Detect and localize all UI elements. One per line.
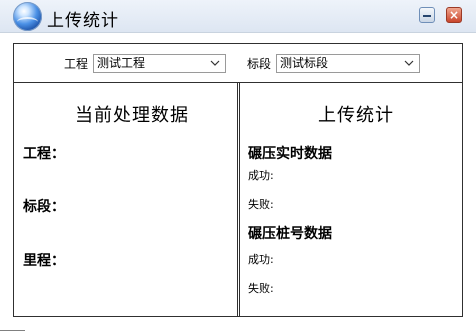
pile-success-label: 成功: [248,253,274,266]
title-bar[interactable]: 上传统计 × [0,0,476,33]
close-button[interactable]: × [446,7,462,23]
realtime-data-title: 碾压实时数据 [248,146,332,162]
section-field-label: 标段： [23,199,65,215]
pile-fail-label: 失败: [248,282,274,295]
window-title: 上传统计 [47,11,119,31]
panel-divider [237,83,240,316]
upload-stats-heading: 上传统计 [318,105,394,126]
project-field-label: 工程： [23,146,65,162]
project-label: 工程 [64,57,89,71]
realtime-fail-label: 失败: [248,198,274,211]
stats-panels: 当前处理数据 工程： 标段： 里程： 上传统计 碾压实时数据 成功: 失败: 碾… [13,82,463,317]
bottom-edge [0,330,25,331]
project-select[interactable]: 测试工程 [93,54,226,73]
mileage-field-label: 里程： [23,253,65,269]
minimize-button[interactable] [419,7,435,23]
current-data-heading: 当前处理数据 [75,105,189,126]
section-select[interactable]: 测试标段 [276,54,420,73]
pile-data-title: 碾压桩号数据 [248,226,332,242]
globe-icon [13,2,42,31]
realtime-success-label: 成功: [248,169,274,182]
filter-bar: 工程 测试工程 标段 测试标段 [13,43,463,83]
section-label: 标段 [247,57,272,71]
section-select-value: 测试标段 [280,56,329,70]
upload-stats-window: 上传统计 × 工程 测试工程 标段 测试标段 当前处理数据 工程： 标段： 里程… [0,0,476,334]
chevron-down-icon [404,60,414,66]
project-select-value: 测试工程 [97,56,146,70]
chevron-down-icon [210,60,220,66]
